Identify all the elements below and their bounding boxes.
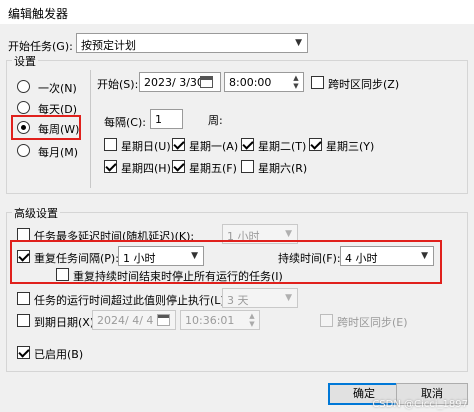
chevron-down-icon: ▼: [285, 229, 292, 239]
duration-label: 持续时间(F):: [278, 252, 341, 265]
repeat-value: 1 小时: [123, 252, 156, 265]
calendar-icon: [200, 76, 213, 88]
start-time-field[interactable]: 8:00:00 ▲ ▼: [224, 72, 304, 92]
start-date-picker[interactable]: 2023/ 3/30: [139, 72, 221, 92]
start-date-value: 2023/ 3/30: [144, 76, 204, 89]
radio-once[interactable]: [17, 80, 30, 93]
advanced-group-title: 高级设置: [12, 205, 60, 221]
day-thu-checkbox[interactable]: [104, 160, 117, 173]
chevron-down-icon: ▼: [421, 251, 428, 261]
stop-if-longer-label: 任务的运行时间超过此值则停止执行(L):: [34, 294, 229, 307]
start-task-label: 开始任务(G):: [8, 40, 73, 53]
sync-timezone-checkbox[interactable]: [311, 76, 324, 89]
day-sat-checkbox[interactable]: [241, 160, 254, 173]
title-bar: [0, 0, 474, 24]
radio-weekly-label: 每周(W): [38, 123, 80, 136]
repeat-label: 重复任务间隔(P):: [34, 252, 119, 265]
expire-label: 到期日期(X):: [34, 316, 98, 329]
duration-value: 4 小时: [345, 252, 378, 265]
start-task-dropdown[interactable]: 按预定计划 ▼: [76, 33, 308, 53]
start-task-value: 按预定计划: [81, 39, 136, 52]
enabled-checkbox[interactable]: [17, 346, 30, 359]
chevron-down-icon: ▼: [285, 293, 292, 303]
stop-all-checkbox[interactable]: [56, 268, 69, 281]
start-label: 开始(S):: [97, 78, 139, 91]
day-thu-label: 星期四(H): [121, 162, 171, 175]
stop-if-longer-checkbox[interactable]: [17, 292, 30, 305]
radio-once-label: 一次(N): [38, 82, 77, 95]
watermark: CSDN @Cicci_1897: [372, 399, 468, 410]
day-tue-label: 星期二(T): [258, 140, 307, 153]
day-fri-label: 星期五(F): [189, 162, 237, 175]
day-mon-checkbox[interactable]: [172, 138, 185, 151]
expire-sync-checkbox[interactable]: [320, 314, 333, 327]
every-label: 每隔(C):: [104, 116, 146, 129]
enabled-label: 已启用(B): [34, 348, 84, 361]
expire-checkbox[interactable]: [17, 314, 30, 327]
expire-date-value: 2024/ 4/ 4: [97, 314, 154, 327]
day-fri-checkbox[interactable]: [172, 160, 185, 173]
repeat-dropdown[interactable]: 1 小时 ▼: [118, 246, 204, 266]
expire-time-field[interactable]: 10:36:01 ▲ ▼: [180, 310, 260, 330]
day-wed-label: 星期三(Y): [326, 140, 375, 153]
start-time-value: 8:00:00: [229, 76, 272, 89]
stop-if-longer-value: 3 天: [227, 294, 249, 307]
radio-daily[interactable]: [17, 101, 30, 114]
expire-date-picker[interactable]: 2024/ 4/ 4: [92, 310, 176, 330]
repeat-checkbox[interactable]: [17, 250, 30, 263]
day-tue-checkbox[interactable]: [241, 138, 254, 151]
every-value: 1: [155, 113, 162, 126]
duration-dropdown[interactable]: 4 小时 ▼: [340, 246, 434, 266]
day-sat-label: 星期六(R): [258, 162, 308, 175]
window-title: 编辑触发器: [8, 7, 69, 21]
stop-if-longer-dropdown[interactable]: 3 天 ▼: [222, 288, 298, 308]
radio-weekly[interactable]: [17, 121, 30, 134]
day-sun-label: 星期日(U): [121, 140, 171, 153]
chevron-down-icon: ▼: [295, 38, 302, 48]
day-wed-checkbox[interactable]: [309, 138, 322, 151]
week-unit-label: 周:: [208, 114, 223, 127]
spinner-icon[interactable]: ▲ ▼: [290, 74, 302, 90]
stop-all-label: 重复持续时间结束时停止所有运行的任务(I): [73, 270, 283, 283]
spinner-icon[interactable]: ▲ ▼: [246, 312, 258, 328]
day-mon-label: 星期一(A): [189, 140, 239, 153]
sync-timezone-label: 跨时区同步(Z): [328, 78, 400, 91]
radio-monthly-label: 每月(M): [38, 146, 79, 159]
chevron-down-icon: ▼: [191, 251, 198, 261]
settings-divider: [90, 70, 91, 188]
every-input[interactable]: 1: [150, 109, 183, 129]
day-sun-checkbox[interactable]: [104, 138, 117, 151]
expire-time-value: 10:36:01: [185, 314, 235, 327]
settings-group-title: 设置: [12, 53, 38, 69]
radio-monthly[interactable]: [17, 144, 30, 157]
calendar-icon: [157, 314, 170, 326]
expire-sync-label: 跨时区同步(E): [337, 316, 408, 329]
